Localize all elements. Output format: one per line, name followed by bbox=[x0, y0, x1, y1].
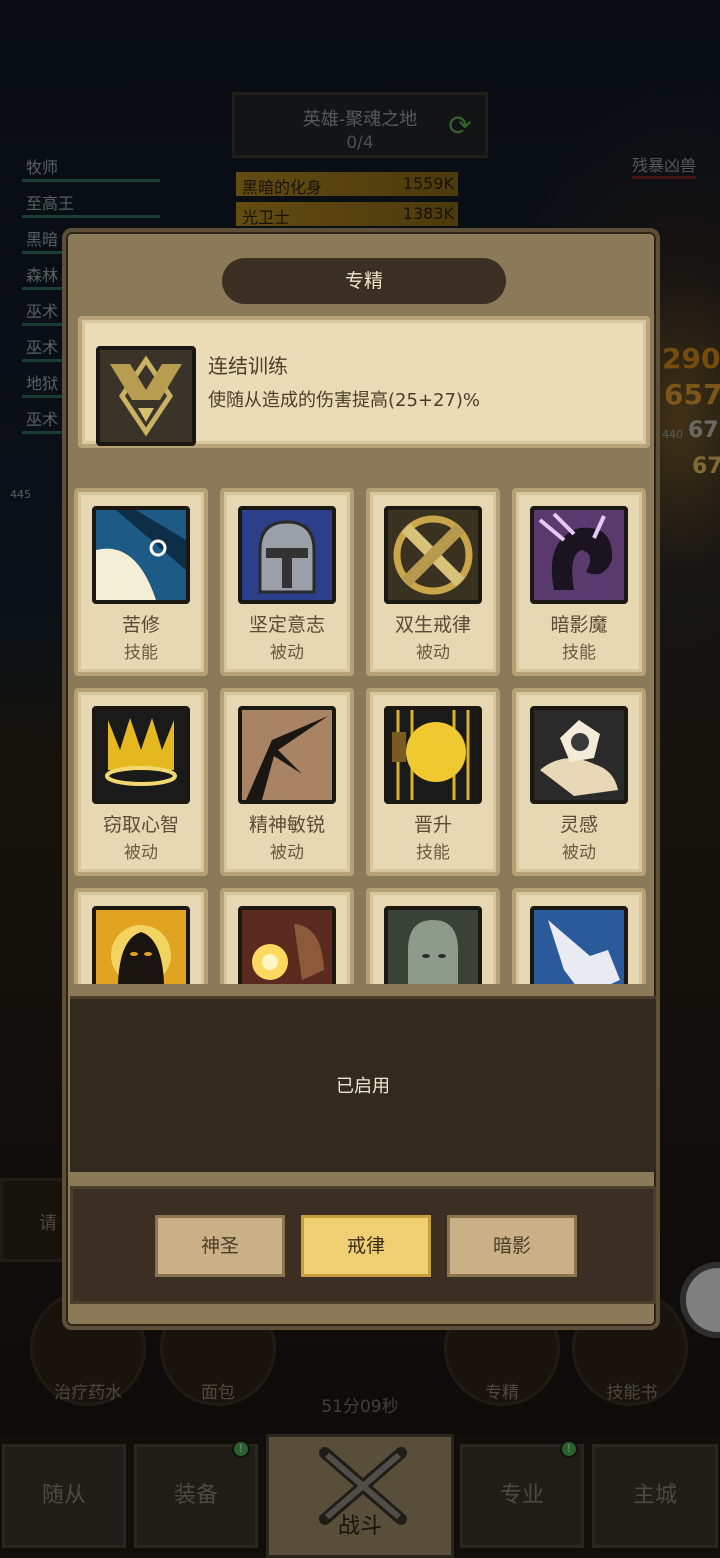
penance-icon bbox=[92, 506, 190, 604]
crown-icon bbox=[92, 706, 190, 804]
modal-title: 专精 bbox=[222, 258, 506, 304]
shadowfiend-icon bbox=[530, 506, 628, 604]
skill-name: 精神敏锐 bbox=[248, 814, 325, 836]
status-text: 已启用 bbox=[336, 1076, 390, 1097]
link-training-icon bbox=[96, 346, 196, 446]
skill-card[interactable]: 窃取心智 被动 bbox=[74, 688, 208, 876]
specialization-modal: 专精 连结训练 使随从造成的伤害提高(25+27)% 苦修 技能 坚定意志 被动… bbox=[62, 228, 660, 1330]
branch-icon bbox=[238, 706, 336, 804]
skill-card[interactable] bbox=[220, 888, 354, 984]
golden-fist-icon bbox=[384, 706, 482, 804]
helmet-icon bbox=[238, 506, 336, 604]
skill-name: 坚定意志 bbox=[248, 614, 325, 636]
skill-name: 晋升 bbox=[413, 814, 452, 836]
skill-card[interactable]: 苦修 技能 bbox=[74, 488, 208, 676]
spec-tab-discipline[interactable]: 戒律 bbox=[301, 1215, 431, 1277]
spirit-icon bbox=[384, 906, 482, 984]
skill-card[interactable]: 灵感 被动 bbox=[512, 688, 646, 876]
pointing-hand-icon bbox=[530, 906, 628, 984]
selected-skill-detail: 连结训练 使随从造成的伤害提高(25+27)% bbox=[78, 316, 650, 448]
spec-tabs: 神圣 戒律 暗影 bbox=[70, 1186, 656, 1304]
skill-name: 苦修 bbox=[121, 614, 160, 636]
crossed-swords-icon bbox=[384, 506, 482, 604]
skill-type: 被动 bbox=[124, 843, 158, 863]
detail-skill-description: 使随从造成的伤害提高(25+27)% bbox=[208, 390, 481, 411]
spec-tab-holy[interactable]: 神圣 bbox=[155, 1215, 285, 1277]
skill-name: 暗影魔 bbox=[550, 614, 608, 636]
skill-type: 被动 bbox=[562, 843, 596, 863]
skill-name: 灵感 bbox=[559, 814, 598, 836]
skill-card[interactable] bbox=[366, 888, 500, 984]
skill-type: 被动 bbox=[416, 643, 450, 663]
detail-skill-name: 连结训练 bbox=[208, 354, 288, 378]
skill-card[interactable]: 双生戒律 被动 bbox=[366, 488, 500, 676]
status-panel: 已启用 bbox=[70, 996, 656, 1172]
holy-burst-icon bbox=[238, 906, 336, 984]
skill-card[interactable] bbox=[74, 888, 208, 984]
skill-type: 被动 bbox=[270, 643, 304, 663]
skill-name: 双生戒律 bbox=[394, 614, 471, 636]
shadow-figure-icon bbox=[92, 906, 190, 984]
skill-card[interactable]: 精神敏锐 被动 bbox=[220, 688, 354, 876]
skill-type: 技能 bbox=[562, 643, 596, 663]
skill-card[interactable]: 晋升 技能 bbox=[366, 688, 500, 876]
skill-card[interactable]: 暗影魔 技能 bbox=[512, 488, 646, 676]
spec-tab-shadow[interactable]: 暗影 bbox=[447, 1215, 577, 1277]
skill-type: 被动 bbox=[270, 843, 304, 863]
skill-type: 技能 bbox=[124, 643, 158, 663]
skill-card[interactable] bbox=[512, 888, 646, 984]
skill-card[interactable]: 坚定意志 被动 bbox=[220, 488, 354, 676]
skill-name: 窃取心智 bbox=[102, 814, 179, 836]
skill-grid: 苦修 技能 坚定意志 被动 双生戒律 被动 暗影魔 技能 窃取心智 被动 精神敏… bbox=[74, 488, 656, 984]
skill-type: 技能 bbox=[416, 843, 450, 863]
hand-gem-icon bbox=[530, 706, 628, 804]
